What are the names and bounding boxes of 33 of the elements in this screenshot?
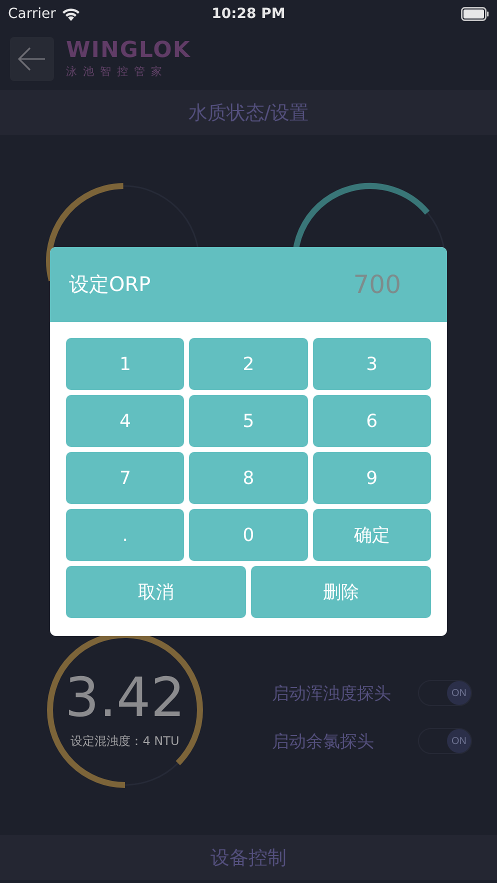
keypad-key[interactable]: . [66,509,184,561]
keypad-key[interactable]: 8 [189,452,308,504]
toggle-knob: ON [447,681,471,705]
battery-icon [461,7,489,21]
keypad-key[interactable]: 9 [312,452,431,504]
section-title: 水质状态/设置 [188,100,309,126]
keypad-key[interactable]: 删除 [251,566,431,618]
keypad-key[interactable]: 2 [189,338,308,390]
keypad-key[interactable]: 确定 [312,509,431,561]
probe-toggle[interactable]: ON [418,728,472,754]
keypad-key[interactable]: 6 [312,395,431,447]
keypad-key[interactable]: 0 [189,509,308,561]
logo-wordmark: WINGLOK [66,39,191,64]
wifi-icon [60,6,81,22]
toggle-knob: ON [447,729,471,753]
keypad-key[interactable]: 3 [312,338,431,390]
dialog-title: 设定ORP [69,271,151,298]
keypad-key[interactable]: 7 [66,452,184,504]
probe-label: 启动浑浊度探头 [272,682,391,704]
carrier-label: Carrier [8,6,56,22]
keypad-key[interactable]: 1 [66,338,184,390]
probe-toggle[interactable]: ON [418,680,472,706]
keypad-key[interactable]: 4 [66,395,184,447]
turbidity-setting: 设定混浊度：4 NTU [70,732,180,750]
logo-tagline: 泳池智控管家 [66,64,169,79]
probe-label: 启动余氯探头 [272,730,374,752]
keypad-key[interactable]: 取消 [66,566,246,618]
back-arrow-icon [17,46,47,72]
keypad-key[interactable]: 5 [189,395,308,447]
turbidity-reading: 3.42 [64,670,186,724]
status-time: 10:28 PM [212,6,286,22]
back-button[interactable] [10,37,54,81]
device-control-tab[interactable]: 设备控制 [0,835,497,880]
